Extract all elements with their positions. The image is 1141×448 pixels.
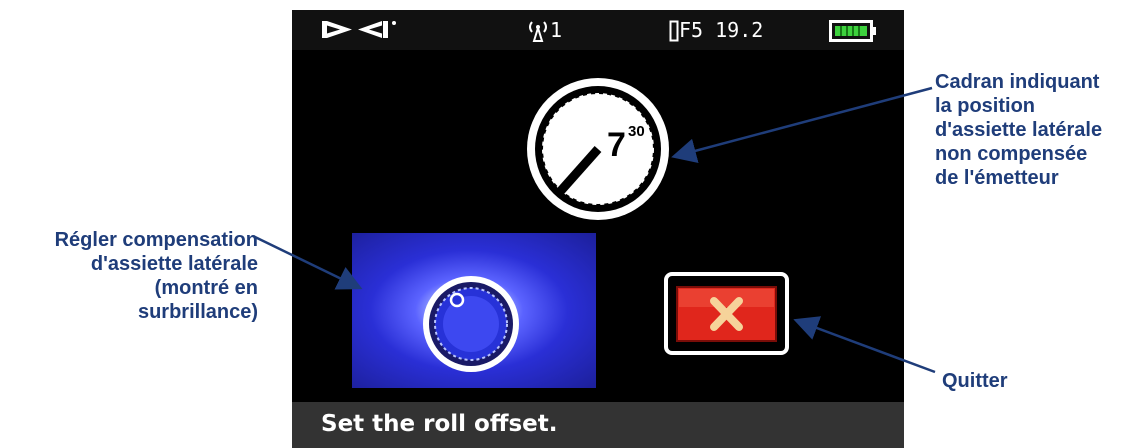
annotation-quit: Quitter [942, 369, 1008, 393]
annotation-roll-offset: Régler compensation d'assiette latérale … [0, 228, 258, 324]
annotation-roll-line: (montré en [154, 277, 258, 299]
prompt-bar: Set the roll offset. [292, 402, 904, 448]
annotation-roll-line: d'assiette latérale [90, 253, 258, 275]
exit-button[interactable] [664, 272, 789, 355]
frequency-readout: F5 19.2 [679, 18, 764, 42]
device-screen: 1 F5 19.2 Set the roll offset. [292, 10, 904, 448]
annotation-dial-line: Cadran indiquant [935, 71, 1100, 93]
roll-hour-value: 7 [607, 126, 626, 164]
prompt-text: Set the roll offset. [321, 411, 558, 437]
roll-offset-tile[interactable] [352, 233, 596, 388]
roll-offset-dial-icon [423, 276, 519, 372]
annotation-dial: Cadran indiquant la position d'assiette … [935, 70, 1102, 190]
annotation-dial-line: non compensée [935, 143, 1088, 165]
annotation-roll-line: surbrillance) [137, 301, 258, 323]
transmitter-battery-icon [669, 20, 679, 42]
battery-full-icon [829, 20, 876, 42]
status-bar: 1 F5 19.2 [292, 10, 904, 50]
dci-logo-icon [322, 21, 396, 38]
annotation-roll-line: Régler compensation [54, 229, 258, 251]
annotation-dial-line: de l'émetteur [935, 167, 1059, 189]
close-x-icon [676, 286, 777, 342]
signal-value: 1 [550, 18, 563, 42]
annotation-quit-line: Quitter [942, 370, 1008, 392]
roll-minute-value: 30 [628, 123, 645, 140]
annotation-dial-line: d'assiette latérale [935, 119, 1103, 141]
antenna-signal-icon [529, 21, 547, 42]
annotation-dial-line: la position [935, 95, 1035, 117]
